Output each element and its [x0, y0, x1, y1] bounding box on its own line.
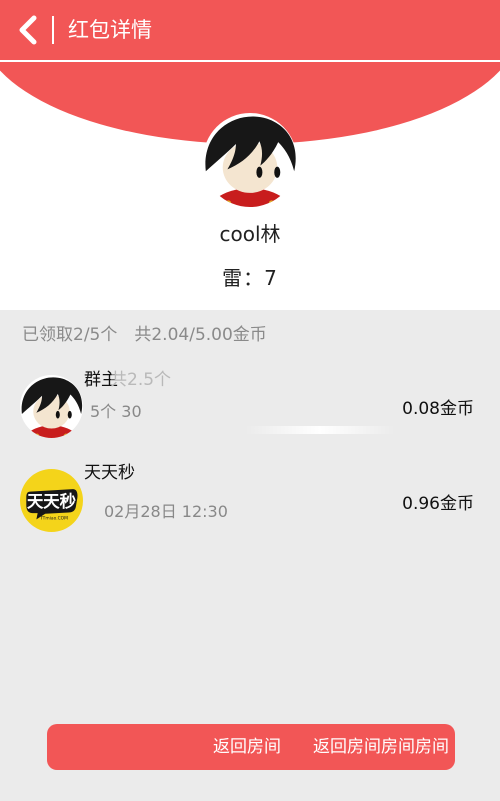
- record-time: 5个 30: [90, 402, 142, 421]
- header-divider: [52, 16, 54, 44]
- record-name: 天天秒: [84, 463, 135, 483]
- return-room-button[interactable]: 返回房间: [213, 724, 281, 770]
- tiantianmiao-logo: 天天秒 TTmiao.COM: [20, 469, 83, 532]
- record-overlay-text: 共2.5个: [110, 370, 172, 390]
- svg-text:TTmiao.COM: TTmiao.COM: [39, 515, 68, 521]
- svg-text:天天秒: 天天秒: [27, 492, 76, 511]
- glare-streak: [245, 426, 395, 434]
- record-amount: 0.08金币: [402, 399, 474, 419]
- return-room-button-2[interactable]: 返回房间房间房间: [313, 724, 449, 770]
- record-time: 02月28日 12:30: [104, 502, 228, 521]
- title-bar: 红包详情: [0, 0, 500, 60]
- chevron-left-icon: [19, 15, 37, 45]
- record-amount: 0.96金币: [402, 494, 474, 514]
- sender-avatar[interactable]: [203, 113, 297, 207]
- list-item[interactable]: 天天秒 TTmiao.COM 天天秒 02月28日 12:30 0.96金币: [0, 458, 500, 538]
- sender-name: cool林: [219, 222, 281, 246]
- avatar: [20, 375, 83, 438]
- bottom-action-bar: 返回房间 返回房间房间房间: [47, 724, 455, 770]
- back-button[interactable]: [12, 14, 44, 46]
- mine-number: 雷：7: [222, 266, 278, 290]
- header-underline: [0, 60, 500, 62]
- page-title: 红包详情: [68, 18, 152, 42]
- claim-summary: 已领取2/5个 共2.04/5.00金币: [22, 325, 267, 345]
